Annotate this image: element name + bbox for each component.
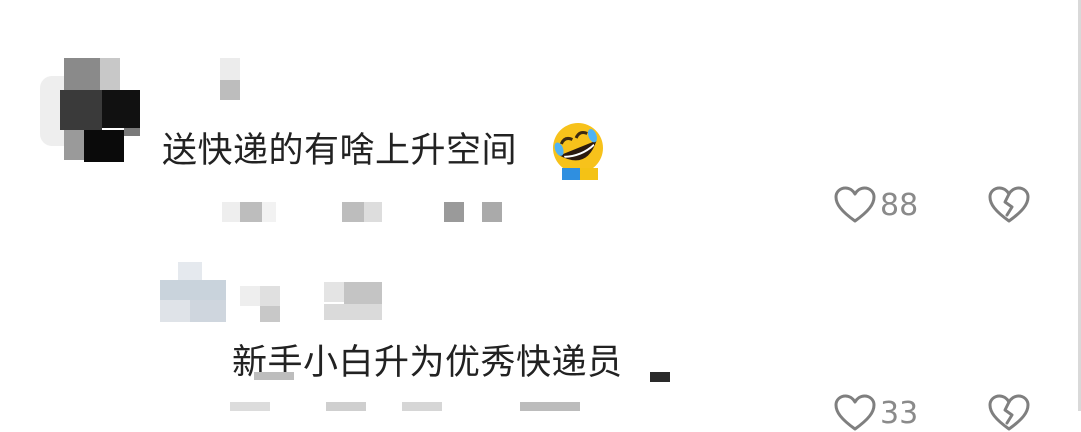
heart-icon xyxy=(834,186,876,224)
broken-heart-icon xyxy=(988,394,1030,432)
like-count: 88 xyxy=(880,187,919,223)
dislike-button[interactable] xyxy=(988,186,1030,224)
reply-username-pixelated[interactable] xyxy=(240,282,385,326)
reply-like-button[interactable]: 33 xyxy=(834,394,918,432)
rofl-emoji xyxy=(548,120,604,180)
reply-avatar-pixelated[interactable] xyxy=(160,262,226,324)
heart-icon xyxy=(834,394,876,432)
like-button[interactable]: 88 xyxy=(834,186,918,224)
avatar-pixelated[interactable] xyxy=(40,58,150,168)
broken-heart-icon xyxy=(988,186,1030,224)
reply-dislike-button[interactable] xyxy=(988,394,1030,432)
comment-text: 送快递的有啥上升空间 xyxy=(162,131,518,171)
username-pixelated[interactable] xyxy=(218,58,248,102)
reply-like-count: 33 xyxy=(880,395,919,431)
reply-meta-pixelated xyxy=(230,372,670,411)
comment-meta-pixelated xyxy=(222,200,512,226)
